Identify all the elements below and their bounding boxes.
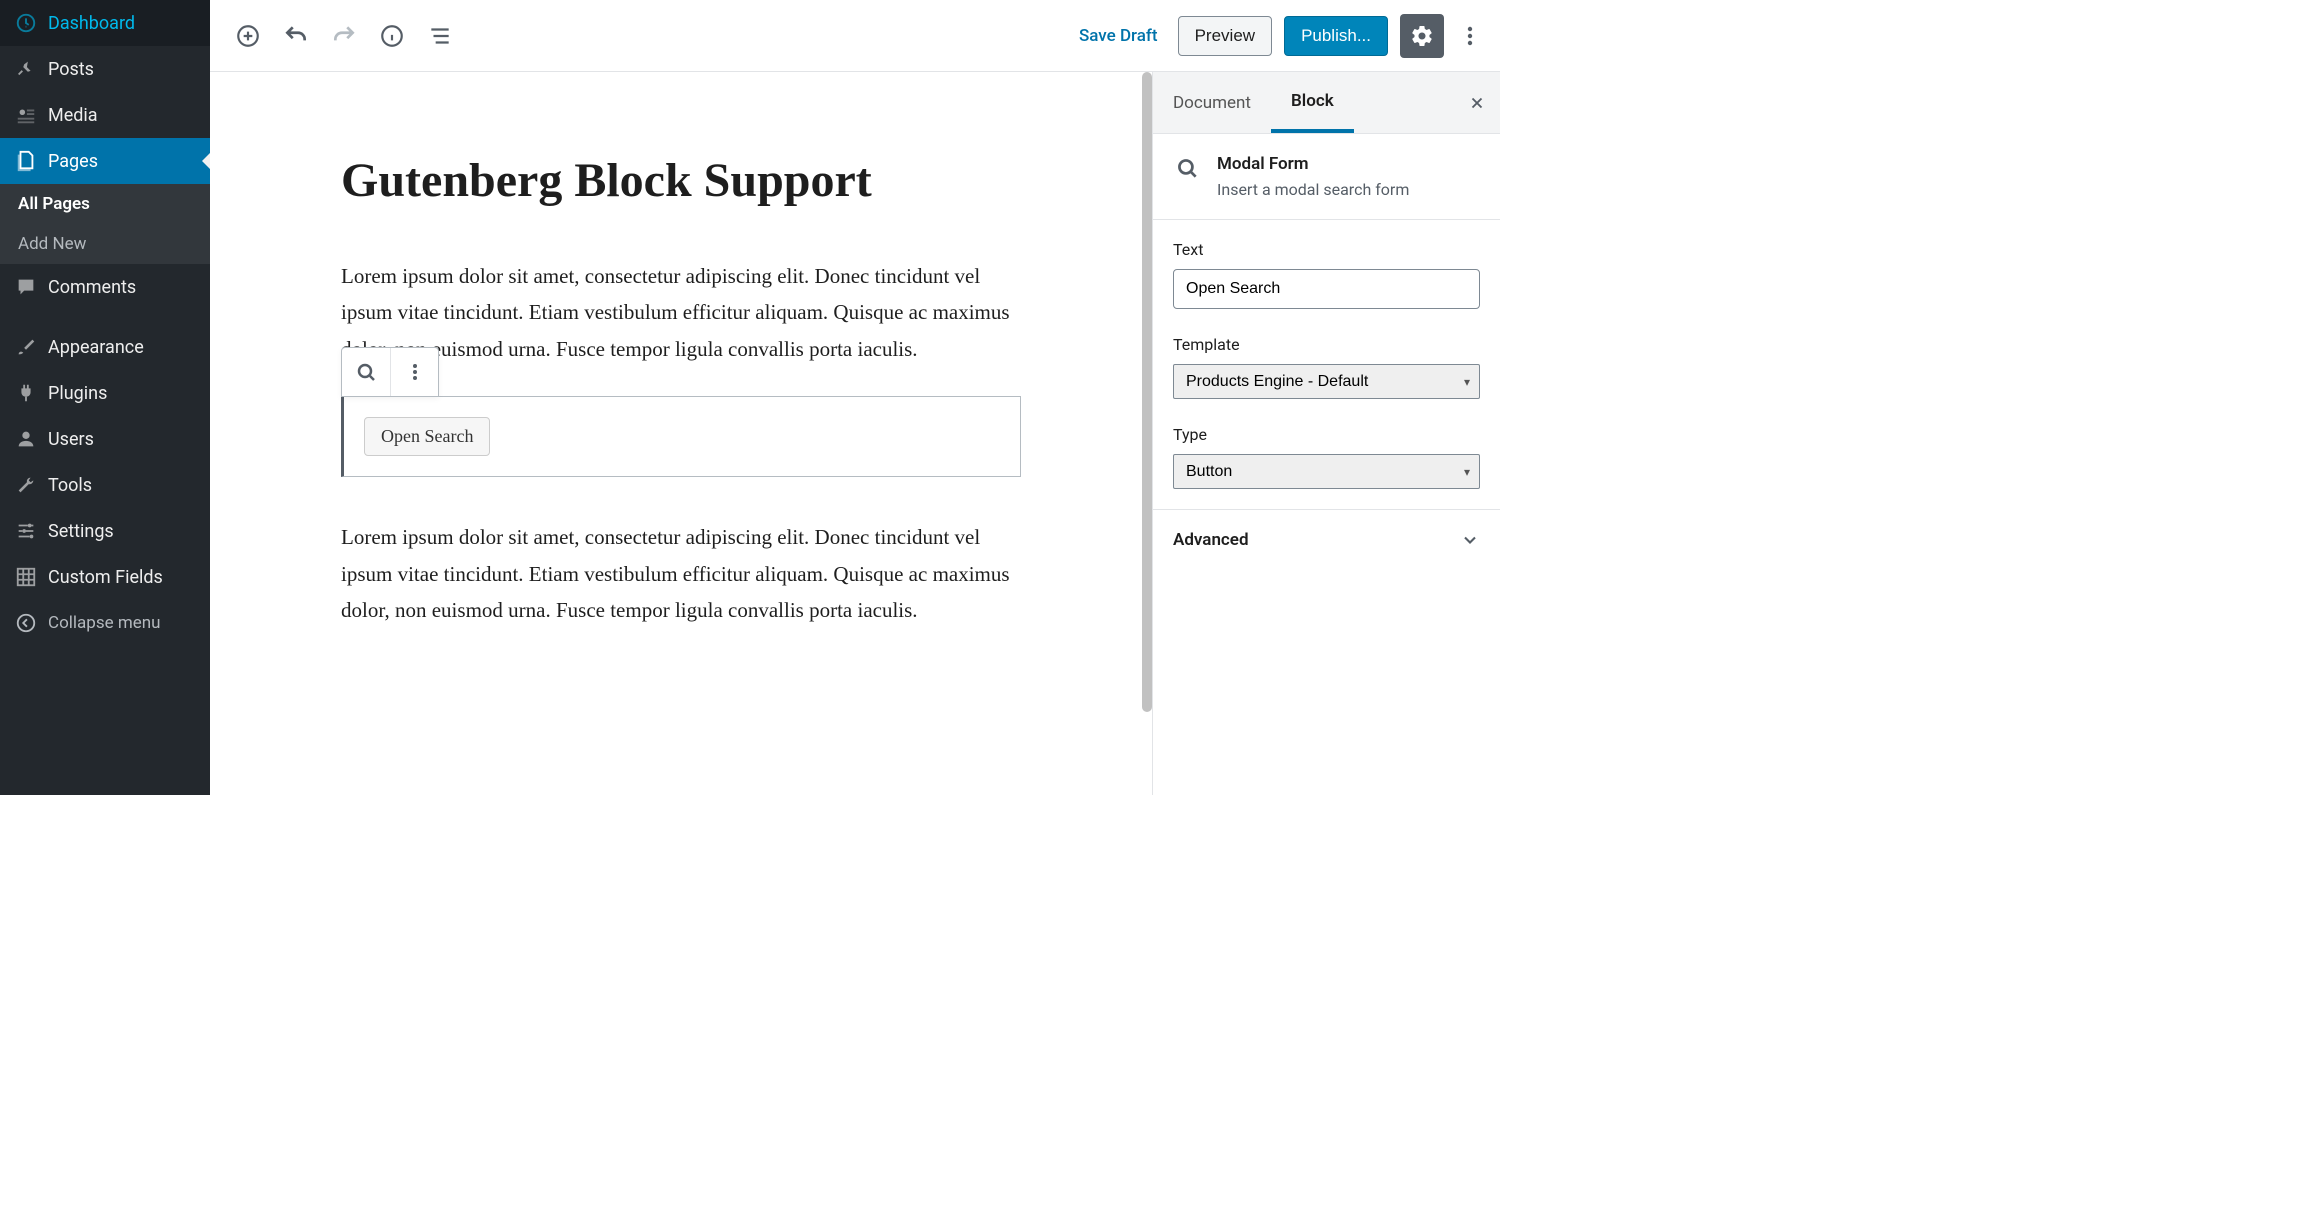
preview-button[interactable]: Preview xyxy=(1178,16,1272,56)
admin-sidebar: Dashboard Posts Media Pages All Pages Ad… xyxy=(0,0,210,795)
save-draft-button[interactable]: Save Draft xyxy=(1071,18,1166,54)
redo-button[interactable] xyxy=(322,14,366,58)
sidebar-item-label: Appearance xyxy=(48,337,144,358)
type-select[interactable]: Button xyxy=(1173,454,1480,489)
sidebar-item-users[interactable]: Users xyxy=(0,416,210,462)
template-select[interactable]: Products Engine - Default xyxy=(1173,364,1480,399)
pin-icon xyxy=(14,57,38,81)
media-icon xyxy=(14,103,38,127)
sidebar-collapse-label: Collapse menu xyxy=(48,613,161,633)
user-icon xyxy=(14,427,38,451)
chevron-down-icon xyxy=(1460,530,1480,550)
inspector-tabs: Document Block xyxy=(1153,72,1500,134)
paragraph-block[interactable]: Lorem ipsum dolor sit amet, consectetur … xyxy=(341,258,1021,368)
open-search-button[interactable]: Open Search xyxy=(364,417,490,456)
advanced-panel-toggle[interactable]: Advanced xyxy=(1153,510,1500,570)
sidebar-sub-all-pages[interactable]: All Pages xyxy=(0,184,210,224)
sidebar-item-label: Custom Fields xyxy=(48,567,163,588)
brush-icon xyxy=(14,335,38,359)
sidebar-item-label: Tools xyxy=(48,475,92,496)
advanced-label: Advanced xyxy=(1173,530,1249,550)
sidebar-item-comments[interactable]: Comments xyxy=(0,264,210,310)
field-label-template: Template xyxy=(1173,335,1480,354)
field-label-text: Text xyxy=(1173,240,1480,259)
block-type-button[interactable] xyxy=(342,348,390,396)
pages-icon xyxy=(14,149,38,173)
publish-button[interactable]: Publish... xyxy=(1284,16,1388,56)
block-description: Insert a modal search form xyxy=(1217,180,1480,199)
sidebar-item-settings[interactable]: Settings xyxy=(0,508,210,554)
sidebar-submenu-pages: All Pages Add New xyxy=(0,184,210,264)
inspector-panel: Document Block Modal Form Insert a modal… xyxy=(1152,72,1500,795)
wrench-icon xyxy=(14,473,38,497)
tab-document[interactable]: Document xyxy=(1153,72,1271,133)
block-title: Modal Form xyxy=(1217,154,1480,174)
sidebar-item-tools[interactable]: Tools xyxy=(0,462,210,508)
search-icon xyxy=(1173,154,1201,182)
sidebar-item-label: Pages xyxy=(48,151,98,172)
sidebar-item-label: Dashboard xyxy=(48,13,135,34)
sidebar-item-pages[interactable]: Pages xyxy=(0,138,210,184)
modal-form-block[interactable]: Open Search xyxy=(341,396,1021,477)
block-toolbar xyxy=(341,347,439,397)
sidebar-item-appearance[interactable]: Appearance xyxy=(0,324,210,370)
sliders-icon xyxy=(14,519,38,543)
editor-topbar: Save Draft Preview Publish... xyxy=(210,0,1500,72)
close-inspector-button[interactable] xyxy=(1468,94,1486,112)
field-label-type: Type xyxy=(1173,425,1480,444)
sidebar-item-media[interactable]: Media xyxy=(0,92,210,138)
sidebar-item-custom-fields[interactable]: Custom Fields xyxy=(0,554,210,600)
collapse-icon xyxy=(14,611,38,635)
comment-icon xyxy=(14,275,38,299)
dashboard-icon xyxy=(14,11,38,35)
text-input[interactable] xyxy=(1173,269,1480,309)
sidebar-item-label: Media xyxy=(48,105,98,126)
block-header: Modal Form Insert a modal search form xyxy=(1153,134,1500,220)
info-button[interactable] xyxy=(370,14,414,58)
sidebar-item-label: Plugins xyxy=(48,383,107,404)
post-title[interactable]: Gutenberg Block Support xyxy=(341,152,1021,210)
paragraph-block[interactable]: Lorem ipsum dolor sit amet, consectetur … xyxy=(341,519,1021,629)
add-block-button[interactable] xyxy=(226,14,270,58)
more-menu-button[interactable] xyxy=(1456,14,1484,58)
scrollbar[interactable] xyxy=(1142,72,1152,712)
settings-toggle-button[interactable] xyxy=(1400,14,1444,58)
sidebar-item-dashboard[interactable]: Dashboard xyxy=(0,0,210,46)
plug-icon xyxy=(14,381,38,405)
sidebar-item-plugins[interactable]: Plugins xyxy=(0,370,210,416)
grid-icon xyxy=(14,565,38,589)
sidebar-item-label: Users xyxy=(48,429,94,450)
sidebar-sub-add-new[interactable]: Add New xyxy=(0,224,210,264)
outline-button[interactable] xyxy=(418,14,462,58)
block-more-button[interactable] xyxy=(390,348,438,396)
sidebar-item-posts[interactable]: Posts xyxy=(0,46,210,92)
editor-canvas[interactable]: Gutenberg Block Support Lorem ipsum dolo… xyxy=(210,72,1152,795)
sidebar-item-label: Settings xyxy=(48,521,114,542)
tab-block[interactable]: Block xyxy=(1271,72,1354,133)
sidebar-item-label: Comments xyxy=(48,277,136,298)
undo-button[interactable] xyxy=(274,14,318,58)
sidebar-item-label: Posts xyxy=(48,59,94,80)
sidebar-collapse[interactable]: Collapse menu xyxy=(0,600,210,646)
